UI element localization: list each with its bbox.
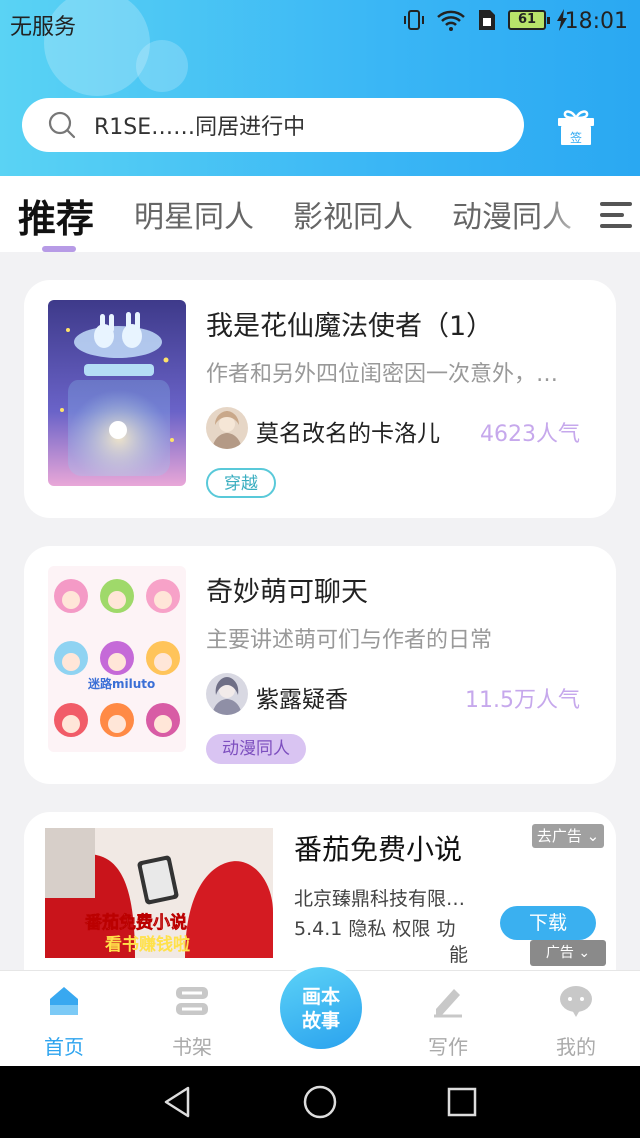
ad-company: 北京臻鼎科技有限… xyxy=(294,888,466,910)
ad-banner-text: 看书赚钱啦 xyxy=(104,934,190,955)
recents-icon[interactable] xyxy=(444,1084,480,1120)
remove-ad-label: 去广告 xyxy=(536,827,582,845)
tab-fade xyxy=(540,176,600,252)
ad-banner-text: 番茄免费小说 xyxy=(84,912,187,933)
status-bar: 无服务 61 18:01 xyxy=(0,0,640,44)
wifi-icon xyxy=(437,10,465,31)
genre-tag[interactable]: 穿越 xyxy=(206,468,276,498)
nav-profile[interactable]: 我的 xyxy=(536,983,616,1060)
book-card[interactable]: 迷路miluto 奇妙萌可聊天 主要讲述萌可们与作者的日常 紫露疑香 11.5万… xyxy=(24,546,616,784)
author-avatar[interactable] xyxy=(206,673,248,715)
carrier-label: 无服务 xyxy=(10,15,77,40)
sim-icon xyxy=(479,10,495,30)
book-description: 主要讲述萌可们与作者的日常 xyxy=(206,628,493,653)
ad-title[interactable]: 番茄免费小说 xyxy=(294,828,462,868)
decor-bubble xyxy=(136,40,188,92)
tab-celebrity-fanfic[interactable]: 明星同人 xyxy=(134,192,254,236)
tab-recommend[interactable]: 推荐 xyxy=(18,188,94,243)
back-icon[interactable] xyxy=(160,1084,196,1120)
author-name[interactable]: 莫名改名的卡洛儿 xyxy=(256,414,440,448)
ad-card[interactable]: 番茄免费小说 看书赚钱啦 番茄免费小说 北京臻鼎科技有限… 5.4.1 隐私 权… xyxy=(24,812,616,970)
popularity-count: 11.5万人气 xyxy=(465,688,580,713)
search-bar[interactable]: R1SE……同居进行中 xyxy=(22,98,524,152)
chevron-down-icon: ⌄ xyxy=(578,945,591,961)
picture-story-line2: 故事 xyxy=(301,1010,340,1032)
author-name[interactable]: 紫露疑香 xyxy=(256,680,348,714)
category-tabs: 推荐 明星同人 影视同人 动漫同人 xyxy=(0,176,640,252)
picture-story-label: 画本 故事 xyxy=(280,967,362,1049)
category-menu-icon[interactable] xyxy=(598,198,634,232)
nav-write[interactable]: 写作 xyxy=(408,983,488,1060)
genre-tag[interactable]: 动漫同人 xyxy=(206,734,306,764)
remove-ad-button[interactable]: 去广告 ⌄ xyxy=(532,824,604,848)
home-circle-icon[interactable] xyxy=(302,1084,338,1120)
bottom-nav: 首页 书架 画本 故事 写作 我的 xyxy=(0,963,640,1066)
picture-story-line1: 画本 xyxy=(301,986,340,1008)
nav-label: 写作 xyxy=(428,1035,468,1059)
status-icons: 61 xyxy=(402,8,568,32)
ad-banner[interactable]: 番茄免费小说 看书赚钱啦 xyxy=(45,828,273,958)
active-tab-indicator xyxy=(42,246,76,252)
download-button[interactable]: 下载 xyxy=(500,906,596,940)
nav-label: 首页 xyxy=(44,1035,84,1059)
clock: 18:01 xyxy=(564,9,628,34)
book-title[interactable]: 奇妙萌可聊天 xyxy=(206,570,368,609)
search-icon xyxy=(48,111,76,139)
gift-label: 签 xyxy=(570,130,582,145)
book-cover[interactable]: 迷路miluto xyxy=(48,566,186,752)
popularity-count: 4623人气 xyxy=(480,422,580,447)
book-card[interactable]: 我是花仙魔法使者（1） 作者和另外四位闺密因一次意外，… 莫名改名的卡洛儿 46… xyxy=(24,280,616,518)
book-cover[interactable] xyxy=(48,300,186,486)
book-cover-image: 迷路miluto xyxy=(48,566,186,752)
ad-label-text: 广告 xyxy=(545,945,574,961)
nav-label: 我的 xyxy=(556,1035,596,1059)
nav-home[interactable]: 首页 xyxy=(24,983,104,1060)
ad-banner-image: 番茄免费小说 看书赚钱啦 xyxy=(45,828,273,958)
chat-bubble-icon xyxy=(560,986,592,1017)
tab-film-fanfic[interactable]: 影视同人 xyxy=(293,192,413,236)
picture-story-button[interactable]: 画本 故事 xyxy=(276,963,366,1053)
ad-app-meta[interactable]: 5.4.1 隐私 权限 功 xyxy=(294,914,455,941)
system-nav-bar xyxy=(0,1066,640,1138)
search-placeholder: R1SE……同居进行中 xyxy=(94,115,306,140)
nav-label: 书架 xyxy=(172,1035,212,1059)
ad-label-badge[interactable]: 广告 ⌄ xyxy=(530,940,606,966)
author-avatar[interactable] xyxy=(206,407,248,449)
nav-bookshelf[interactable]: 书架 xyxy=(152,983,232,1060)
vibrate-icon xyxy=(404,10,424,30)
chevron-down-icon: ⌄ xyxy=(586,827,600,845)
book-cover-image xyxy=(48,300,186,486)
bookshelf-icon xyxy=(176,987,208,1015)
book-title[interactable]: 我是花仙魔法使者（1） xyxy=(206,304,493,343)
battery-icon: 61 xyxy=(508,10,550,30)
pencil-icon xyxy=(434,989,462,1018)
home-icon xyxy=(50,987,78,1015)
cover-watermark: 迷路miluto xyxy=(87,676,155,691)
book-description: 作者和另外四位闺密因一次意外，… xyxy=(206,362,559,387)
ad-app-meta[interactable]: 能 xyxy=(449,940,468,967)
header: 无服务 61 18:01 R1SE……同居进行中 签 xyxy=(0,0,640,176)
gift-signin-icon[interactable]: 签 xyxy=(556,108,596,146)
